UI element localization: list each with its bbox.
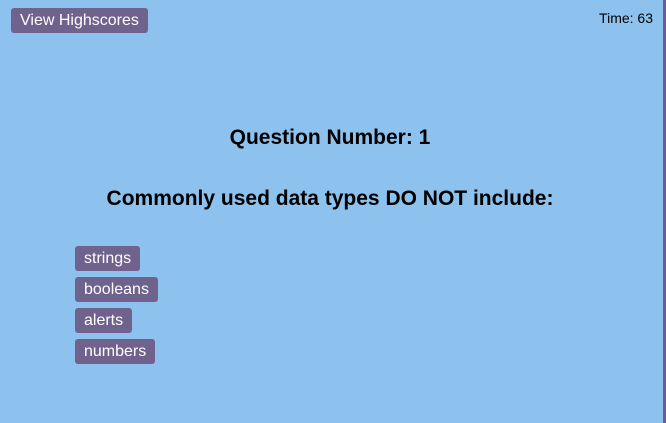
timer: Time: 63 [599,10,653,26]
answer-choice-booleans[interactable]: booleans [75,277,158,302]
timer-label: Time: [599,10,634,26]
question-text: Commonly used data types DO NOT include: [106,187,554,210]
question-number-label: Question Number: [229,126,413,149]
answer-choice-strings[interactable]: strings [75,246,141,271]
view-highscores-button[interactable]: View Highscores [11,8,148,33]
question-number-heading: Question Number: 1 [0,126,660,150]
answer-choices: strings booleans alerts numbers [75,246,158,370]
question-number-value: 1 [418,126,431,149]
answer-choice-alerts[interactable]: alerts [75,308,133,333]
answer-choice-numbers[interactable]: numbers [75,339,156,364]
timer-value: 63 [637,10,653,26]
